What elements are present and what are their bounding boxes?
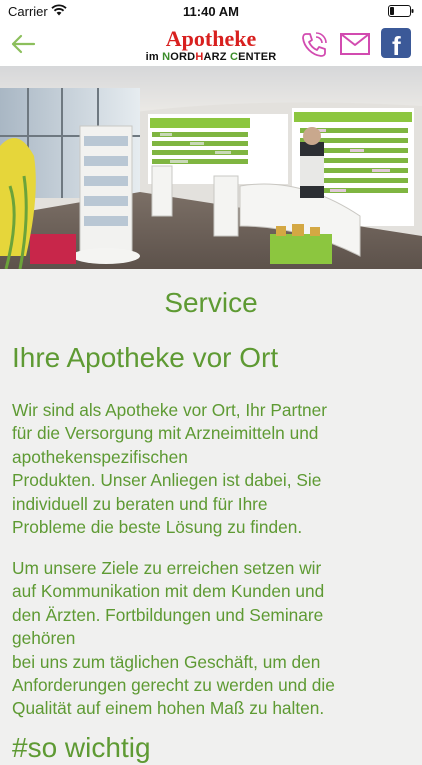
status-bar: Carrier 11:40 AM [0, 0, 422, 24]
intro-paragraph: Wir sind als Apotheke vor Ort, Ihr Partn… [12, 399, 410, 539]
paragraph-line: bei uns zum täglichen Geschäft, um den [12, 651, 321, 672]
goals-paragraph: Um unsere Ziele zu erreichen setzen wir … [12, 557, 410, 721]
logo-title: Apotheke [165, 26, 257, 51]
battery-icon [388, 5, 414, 20]
logo-sub-enter: ENTER [238, 51, 277, 63]
arrow-left-icon[interactable] [10, 33, 36, 60]
paragraph-line: für die Versorgung mit Arzneimitteln und [12, 423, 319, 444]
phone-icon[interactable] [300, 31, 328, 64]
logo-sub-c: C [229, 51, 239, 63]
paragraph-line: Wir sind als Apotheke vor Ort, Ihr Partn… [12, 400, 328, 420]
paragraph-line: Qualität auf einem hohen Maß zu halten. [12, 698, 325, 719]
paragraph-line: individuell zu beraten und für Ihre [12, 493, 268, 514]
paragraph-line: Probleme die beste Lösung zu finden. [12, 517, 303, 538]
status-time: 11:40 AM [183, 4, 239, 19]
next-section-heading: #so wichtig [12, 732, 151, 763]
hero-image [0, 66, 422, 269]
paragraph-line: den Ärzten. Fortbildungen und Seminare [12, 604, 324, 625]
content-area: Service Ihre Apotheke vor Ort Wir sind a… [0, 269, 422, 763]
facebook-letter: f [392, 31, 401, 58]
section-title: Service [164, 287, 258, 318]
paragraph-line: Um unsere Ziele zu erreichen setzen wir [12, 558, 322, 578]
paragraph-line: apothekenspezifischen [12, 446, 188, 467]
facebook-icon[interactable]: f [381, 28, 411, 61]
logo-sub-arz: ARZ [203, 51, 227, 63]
nav-bar: Apotheke im NORDHARZ CENTER f [0, 24, 422, 66]
page-title: Ihre Apotheke vor Ort [12, 342, 279, 373]
logo-sub-im: im [145, 51, 159, 63]
paragraph-line: Produkten. Unser Anliegen ist dabei, Sie [12, 470, 322, 491]
logo-sub-ord: ORD [170, 51, 196, 63]
mail-icon[interactable] [340, 33, 370, 60]
paragraph-line: gehören [12, 628, 76, 649]
logo-subtitle: im NORDHARZ CENTER [133, 51, 289, 63]
pharmacy-logo: Apotheke im NORDHARZ CENTER [133, 28, 289, 64]
paragraph-line: Anforderungen gerecht zu werden und die [12, 675, 335, 696]
paragraph-line: auf Kommunikation mit dem Kunden und [12, 581, 325, 602]
